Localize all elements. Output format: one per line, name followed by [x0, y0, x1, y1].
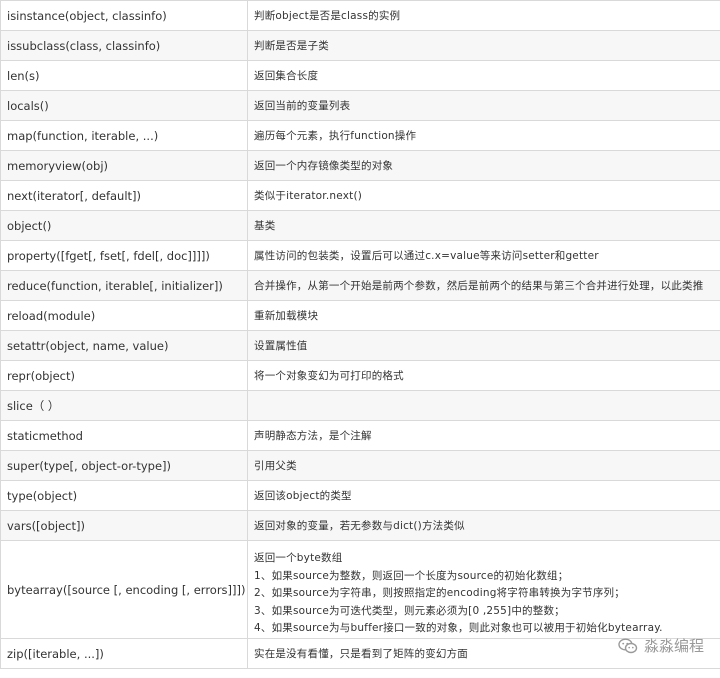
function-description: 返回集合长度 — [247, 60, 720, 91]
function-signature: type(object) — [0, 480, 248, 511]
table-row: isinstance(object, classinfo) 判断object是否是… — [0, 0, 720, 31]
table-row: locals() 返回当前的变量列表 — [0, 90, 720, 121]
description-line: 返回一个byte数组 — [254, 552, 343, 564]
function-description: 返回对象的变量，若无参数与dict()方法类似 — [247, 510, 720, 541]
table-row: len(s) 返回集合长度 — [0, 60, 720, 91]
description-line: 1、如果source为整数，则返回一个长度为source的初始化数组； — [254, 569, 569, 582]
function-signature: len(s) — [0, 60, 248, 91]
function-signature: slice（ ） — [0, 390, 248, 421]
function-signature: next(iterator[, default]) — [0, 180, 248, 211]
table-row: property([fget[, fset[, fdel[, doc]]]]) 属… — [0, 240, 720, 271]
table-row: object() 基类 — [0, 210, 720, 241]
table-row: vars([object]) 返回对象的变量，若无参数与dict()方法类似 — [0, 510, 720, 541]
table-row: setattr(object, name, value) 设置属性值 — [0, 330, 720, 361]
function-signature: issubclass(class, classinfo) — [0, 30, 248, 61]
function-description — [247, 390, 720, 421]
function-description: 判断是否是子类 — [247, 30, 720, 61]
function-description: 属性访问的包装类，设置后可以通过c.x=value等来访问setter和gett… — [247, 240, 720, 271]
function-description: 遍历每个元素，执行function操作 — [247, 120, 720, 151]
function-description: 将一个对象变幻为可打印的格式 — [247, 360, 720, 391]
function-description: 类似于iterator.next() — [247, 180, 720, 211]
function-signature: locals() — [0, 90, 248, 121]
function-description: 返回该object的类型 — [247, 480, 720, 511]
function-signature: super(type[, object-or-type]) — [0, 450, 248, 481]
function-signature: bytearray([source [, encoding [, errors]… — [0, 540, 248, 639]
table-row: slice（ ） — [0, 390, 720, 421]
description-line: 2、如果source为字符串，则按照指定的encoding将字符串转换为字节序列… — [254, 587, 625, 599]
table-row: next(iterator[, default]) 类似于iterator.nex… — [0, 180, 720, 211]
table-row: type(object) 返回该object的类型 — [0, 480, 720, 511]
function-description: 返回当前的变量列表 — [247, 90, 720, 121]
function-description: 基类 — [247, 210, 720, 241]
function-signature: reload(module) — [0, 300, 248, 331]
table-row: repr(object) 将一个对象变幻为可打印的格式 — [0, 360, 720, 391]
table-row: staticmethod 声明静态方法，是个注解 — [0, 420, 720, 451]
function-signature: reduce(function, iterable[, initializer]… — [0, 270, 248, 301]
function-signature: vars([object]) — [0, 510, 248, 541]
function-table: isinstance(object, classinfo) 判断object是否是… — [0, 0, 720, 669]
function-signature: staticmethod — [0, 420, 248, 451]
function-description: 合并操作，从第一个开始是前两个参数，然后是前两个的结果与第三个合并进行处理，以此… — [247, 270, 720, 301]
function-description: 设置属性值 — [247, 330, 720, 361]
function-description: 判断object是否是class的实例 — [247, 0, 720, 31]
function-description: 返回一个byte数组 1、如果source为整数，则返回一个长度为source的… — [247, 540, 720, 639]
table-row: map(function, iterable, ...) 遍历每个元素，执行fun… — [0, 120, 720, 151]
description-line: 3、如果source为可迭代类型，则元素必须为[0 ,255]中的整数； — [254, 604, 565, 617]
table-row: super(type[, object-or-type]) 引用父类 — [0, 450, 720, 481]
function-signature: repr(object) — [0, 360, 248, 391]
table-row-zip: zip([iterable, ...]) 实在是没有看懂，只是看到了矩阵的变幻方… — [0, 638, 720, 669]
table-row: reload(module) 重新加载模块 — [0, 300, 720, 331]
table-row: reduce(function, iterable[, initializer]… — [0, 270, 720, 301]
function-signature: map(function, iterable, ...) — [0, 120, 248, 151]
function-description: 引用父类 — [247, 450, 720, 481]
function-signature: setattr(object, name, value) — [0, 330, 248, 361]
function-description: 重新加载模块 — [247, 300, 720, 331]
function-description: 声明静态方法，是个注解 — [247, 420, 720, 451]
function-signature: object() — [0, 210, 248, 241]
table-row-bytearray: bytearray([source [, encoding [, errors]… — [0, 540, 720, 639]
function-signature: property([fget[, fset[, fdel[, doc]]]]) — [0, 240, 248, 271]
function-table-body: isinstance(object, classinfo) 判断object是否是… — [0, 0, 720, 669]
table-row: memoryview(obj) 返回一个内存镜像类型的对象 — [0, 150, 720, 181]
description-line: 4、如果source为与buffer接口一致的对象，则此对象也可以被用于初始化b… — [254, 622, 663, 634]
function-signature: isinstance(object, classinfo) — [0, 0, 248, 31]
function-description: 返回一个内存镜像类型的对象 — [247, 150, 720, 181]
function-description: 实在是没有看懂，只是看到了矩阵的变幻方面 — [247, 638, 720, 669]
table-row: issubclass(class, classinfo) 判断是否是子类 — [0, 30, 720, 61]
function-signature: zip([iterable, ...]) — [0, 638, 248, 669]
function-signature: memoryview(obj) — [0, 150, 248, 181]
